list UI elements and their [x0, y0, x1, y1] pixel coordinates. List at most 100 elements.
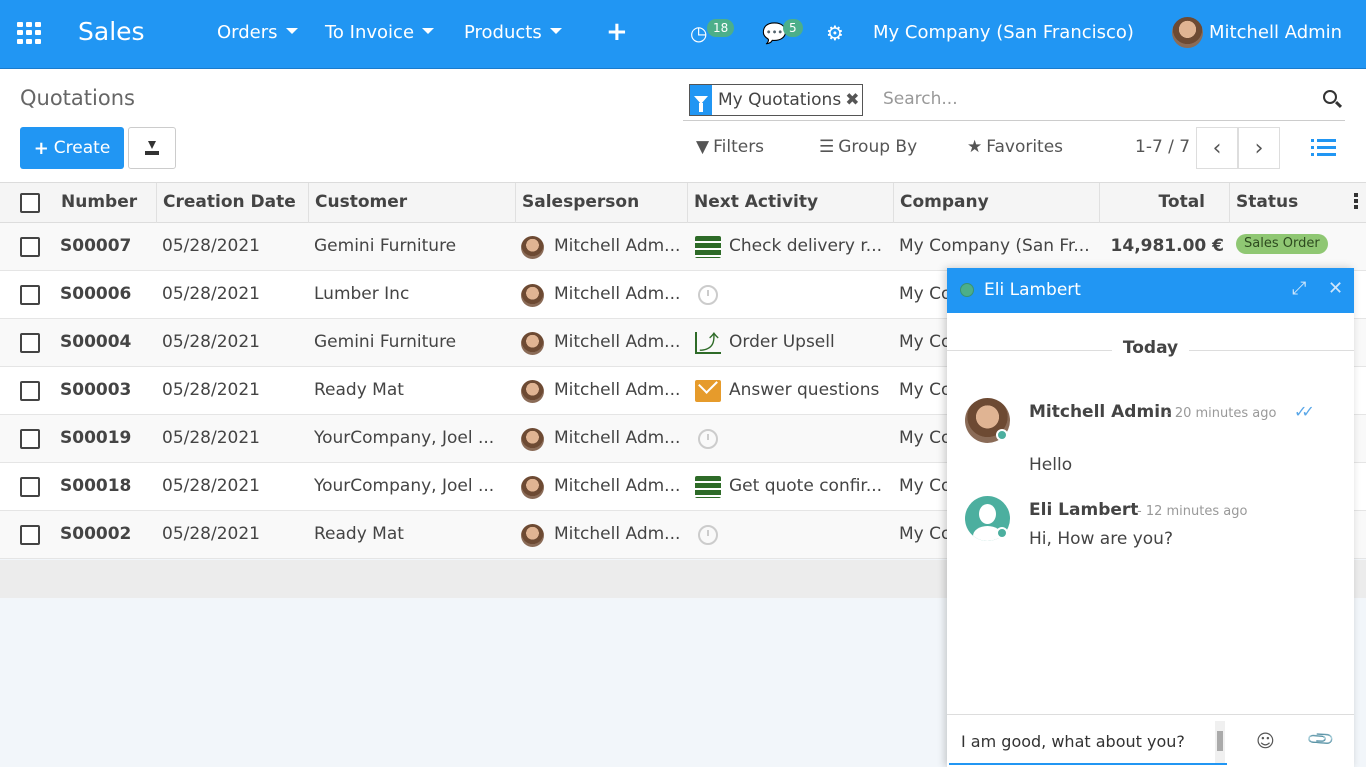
row-checkbox[interactable]	[20, 525, 40, 545]
cell-date: 05/28/2021	[162, 284, 260, 304]
cell-next-activity	[729, 511, 889, 559]
chat-title[interactable]: Eli Lambert	[984, 280, 1081, 300]
cell-date: 05/28/2021	[162, 476, 260, 496]
todo-icon[interactable]	[695, 236, 721, 258]
clock-icon[interactable]	[698, 429, 718, 449]
message-time: - 20 minutes ago	[1166, 406, 1277, 421]
salesperson-avatar	[521, 476, 544, 499]
cell-number: S00007	[60, 236, 132, 256]
chat-composer: ☺ 📎	[947, 714, 1354, 767]
cell-number: S00019	[60, 428, 132, 448]
salesperson-avatar	[521, 428, 544, 451]
day-separator: Today	[947, 338, 1354, 358]
menu-products[interactable]: Products	[464, 22, 562, 43]
table-row[interactable]: S00007 05/28/2021 Gemini Furniture Mitchell…	[0, 223, 1366, 271]
message-count-badge: 5	[783, 19, 803, 37]
composer-scrollbar[interactable]	[1215, 721, 1225, 763]
download-icon	[145, 141, 159, 155]
col-total[interactable]: Total	[1100, 183, 1230, 223]
clock-icon[interactable]	[698, 525, 718, 545]
todo-icon[interactable]	[695, 476, 721, 498]
cell-date: 05/28/2021	[162, 332, 260, 352]
remove-facet-icon[interactable]: ✖	[845, 90, 862, 110]
expand-icon[interactable]	[1292, 278, 1308, 299]
row-checkbox[interactable]	[20, 477, 40, 497]
col-number[interactable]: Number	[55, 183, 157, 223]
message-author[interactable]: Mitchell Admin	[1029, 402, 1172, 422]
paperclip-icon[interactable]: 📎	[1306, 724, 1337, 755]
cell-date: 05/28/2021	[162, 524, 260, 544]
cell-date: 05/28/2021	[162, 236, 260, 256]
quick-create-plus-icon[interactable]: +	[606, 17, 628, 47]
clock-icon[interactable]	[698, 285, 718, 305]
row-checkbox[interactable]	[20, 333, 40, 353]
pager-next-button[interactable]: ›	[1238, 127, 1280, 169]
online-dot-icon	[996, 429, 1008, 441]
pager-previous-button[interactable]: ‹	[1196, 127, 1238, 169]
search-facet[interactable]: My Quotations ✖	[689, 84, 864, 116]
company-switcher[interactable]: My Company (San Francisco)	[873, 22, 1134, 43]
trend-icon[interactable]	[695, 326, 721, 355]
col-next-activity[interactable]: Next Activity	[688, 183, 894, 223]
chat-header[interactable]: Eli Lambert ✕	[947, 268, 1354, 313]
search-icon[interactable]	[1323, 90, 1337, 104]
cell-salesperson: Mitchell Adm...	[554, 332, 681, 352]
row-checkbox[interactable]	[20, 381, 40, 401]
cell-next-activity: Check delivery r...	[729, 236, 883, 256]
col-status[interactable]: Status	[1230, 183, 1346, 223]
select-all-checkbox[interactable]	[20, 193, 40, 213]
message-body: Hello	[1029, 455, 1073, 475]
control-panel: Quotations +Create My Quotations ✖ ▼Filt…	[0, 69, 1366, 183]
create-button[interactable]: + Create	[20, 127, 124, 169]
filters-button[interactable]: ▼ Filters	[696, 137, 764, 157]
filter-icon: ▼	[696, 137, 710, 157]
pager-value[interactable]: 1-7 / 7	[1135, 137, 1190, 157]
col-creation-date[interactable]: Creation Date	[157, 183, 309, 223]
user-avatar[interactable]	[1172, 17, 1203, 48]
star-icon: ★	[967, 137, 983, 157]
message-input[interactable]	[949, 719, 1227, 765]
row-checkbox[interactable]	[20, 237, 40, 257]
menu-orders[interactable]: Orders	[217, 22, 298, 43]
cell-salesperson: Mitchell Adm...	[554, 236, 681, 256]
group-by-button[interactable]: ☰ Group By	[819, 137, 917, 157]
cell-salesperson: Mitchell Adm...	[554, 284, 681, 304]
caret-down-icon	[549, 28, 562, 34]
menu-to-invoice[interactable]: To Invoice	[325, 22, 435, 43]
search-input[interactable]	[883, 89, 1303, 109]
cell-next-activity: Answer questions	[729, 380, 880, 400]
app-brand[interactable]: Sales	[78, 17, 145, 46]
bars-icon: ☰	[819, 137, 835, 157]
list-view-icon[interactable]	[1311, 139, 1336, 158]
debug-gears-icon[interactable]: ⚙	[826, 21, 844, 45]
export-button[interactable]	[128, 127, 176, 169]
optional-columns-icon[interactable]	[1354, 193, 1358, 209]
message-body: Hi, How are you?	[1029, 529, 1173, 549]
online-status-icon	[960, 283, 974, 297]
cell-customer: Gemini Furniture	[314, 236, 457, 256]
message-author[interactable]: Eli Lambert	[1029, 500, 1138, 520]
cell-date: 05/28/2021	[162, 380, 260, 400]
cell-customer: Ready Mat	[314, 524, 404, 544]
close-icon[interactable]: ✕	[1328, 278, 1343, 299]
row-checkbox[interactable]	[20, 285, 40, 305]
cell-customer: Ready Mat	[314, 380, 404, 400]
cell-number: S00003	[60, 380, 132, 400]
col-company[interactable]: Company	[894, 183, 1100, 223]
cell-number: S00006	[60, 284, 132, 304]
filter-funnel-icon	[690, 85, 712, 115]
row-checkbox[interactable]	[20, 429, 40, 449]
status-badge: Sales Order	[1236, 234, 1328, 254]
col-salesperson[interactable]: Salesperson	[516, 183, 688, 223]
app-menu-icon[interactable]	[17, 22, 41, 44]
user-menu[interactable]: Mitchell Admin	[1209, 22, 1342, 43]
activity-count-badge: 18	[707, 19, 735, 37]
activity-clock-icon[interactable]: ◷	[690, 21, 707, 45]
cell-customer: Lumber Inc	[314, 284, 410, 304]
table-header: Number Creation Date Customer Salesperso…	[0, 183, 1366, 223]
envelope-icon[interactable]	[695, 380, 721, 402]
favorites-button[interactable]: ★ Favorites	[967, 137, 1063, 157]
col-customer[interactable]: Customer	[309, 183, 516, 223]
cell-company: My Company (San Fr...	[899, 236, 1090, 256]
emoji-icon[interactable]: ☺	[1256, 731, 1275, 752]
